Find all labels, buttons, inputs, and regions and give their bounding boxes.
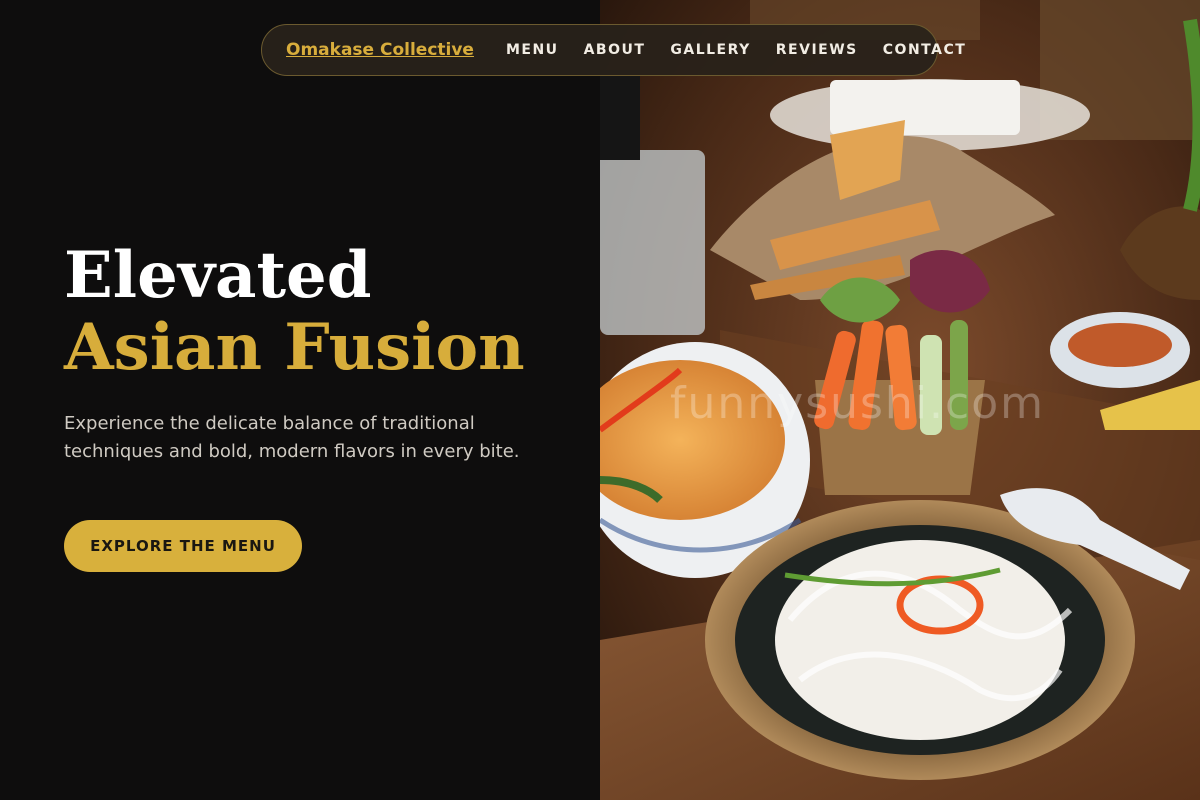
nav-links: MENU ABOUT GALLERY REVIEWS CONTACT [506,42,966,58]
explore-menu-button[interactable]: EXPLORE THE MENU [64,520,302,572]
nav-link-gallery[interactable]: GALLERY [670,42,750,58]
navbar: Omakase Collective MENU ABOUT GALLERY RE… [261,24,965,76]
brand-logo-link[interactable]: Omakase Collective [286,40,474,60]
hero-headline: Elevated Asian Fusion [64,240,525,384]
hero-headline-line2: Asian Fusion [64,310,525,385]
nav-link-menu[interactable]: MENU [506,42,559,58]
image-watermark: funnysushi.com [670,378,1045,429]
nav-link-about[interactable]: ABOUT [584,42,646,58]
nav-link-contact[interactable]: CONTACT [883,42,967,58]
hero-subtext: Experience the delicate balance of tradi… [64,413,520,462]
nav-link-reviews[interactable]: REVIEWS [776,42,858,58]
hero-left-panel [0,0,600,800]
hero-headline-line1: Elevated [64,238,372,313]
